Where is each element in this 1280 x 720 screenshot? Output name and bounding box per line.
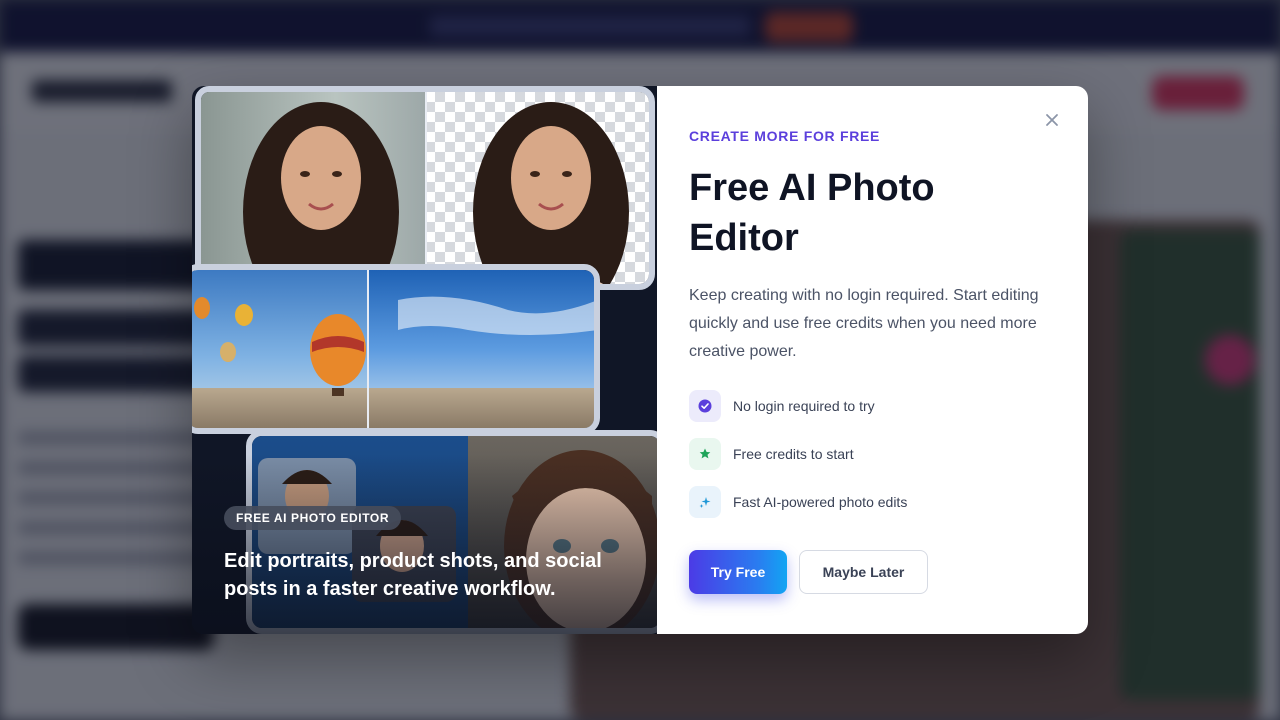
portrait-figures bbox=[243, 102, 629, 284]
feature-item: Free credits to start bbox=[689, 438, 1049, 470]
feature-icon-wrapper bbox=[689, 390, 721, 422]
feature-icon-wrapper bbox=[689, 438, 721, 470]
modal-description: Keep creating with no login required. St… bbox=[689, 287, 1039, 360]
close-button[interactable] bbox=[1040, 108, 1064, 132]
modal-content: CREATE MORE FOR FREE Free AI Photo Edito… bbox=[657, 86, 1088, 634]
feature-label: Free credits to start bbox=[733, 446, 854, 462]
feature-list: No login required to try Free credits to… bbox=[689, 390, 1049, 534]
maybe-later-button[interactable]: Maybe Later bbox=[799, 550, 928, 594]
hot-air-balloon-image bbox=[192, 264, 600, 434]
sparkle-icon bbox=[699, 497, 711, 508]
feature-label: No login required to try bbox=[733, 398, 875, 414]
feature-label: Fast AI-powered photo edits bbox=[733, 494, 908, 510]
balloons bbox=[194, 296, 594, 396]
star-icon bbox=[699, 448, 711, 459]
try-free-button[interactable]: Try Free bbox=[689, 550, 787, 594]
portrait-background-removal-image bbox=[195, 86, 655, 290]
promo-modal: FREE AI PHOTO EDITOR Edit portraits, pro… bbox=[192, 86, 1088, 634]
modal-eyebrow: CREATE MORE FOR FREE bbox=[689, 128, 881, 144]
feature-item: Fast AI-powered photo edits bbox=[689, 486, 1049, 518]
check-circle-icon bbox=[698, 399, 712, 413]
feature-icon-wrapper bbox=[689, 486, 721, 518]
media-badge: FREE AI PHOTO EDITOR bbox=[224, 506, 402, 530]
media-caption: Edit portraits, product shots, and socia… bbox=[224, 550, 602, 600]
modal-title: Free AI Photo Editor bbox=[689, 167, 935, 259]
feature-item: No login required to try bbox=[689, 390, 1049, 422]
modal-actions: Try Free Maybe Later bbox=[689, 550, 928, 594]
close-icon bbox=[1046, 114, 1058, 126]
modal-media: FREE AI PHOTO EDITOR Edit portraits, pro… bbox=[192, 86, 657, 634]
